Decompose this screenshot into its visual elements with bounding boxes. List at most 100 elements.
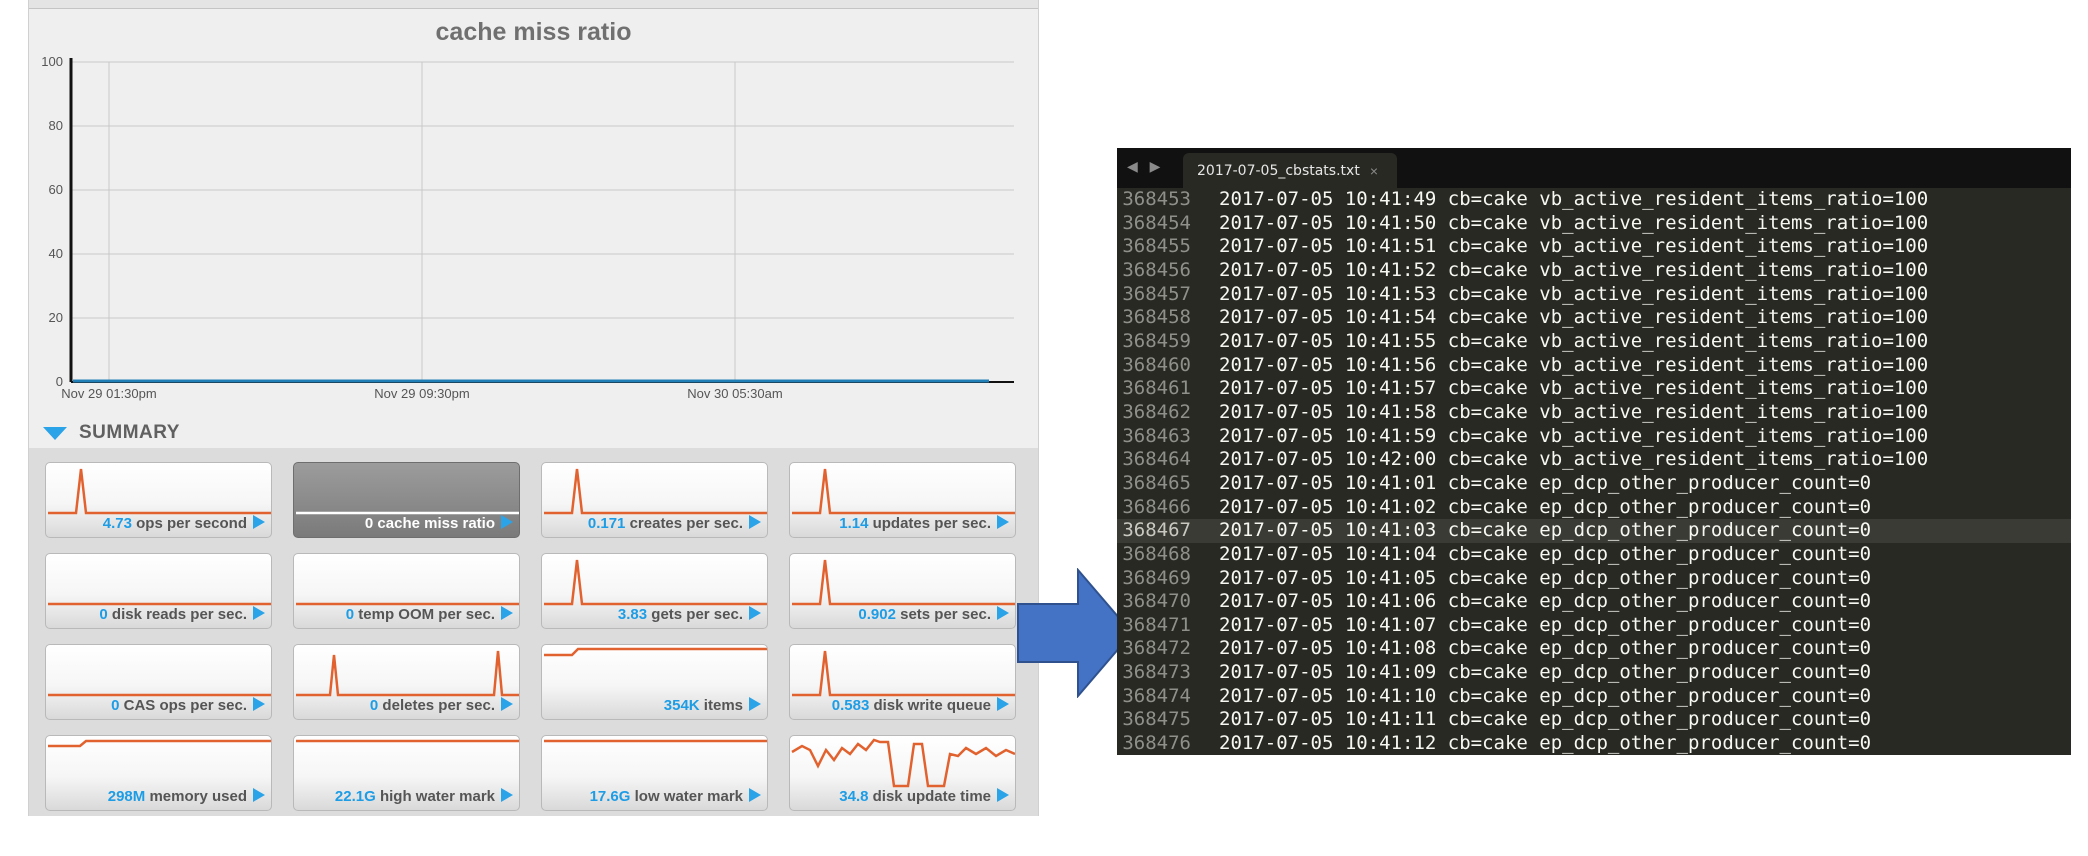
- code-line[interactable]: 368473 2017-07-05 10:41:09 cb=cake ep_dcp…: [1117, 661, 2071, 685]
- sparkline: [544, 559, 767, 606]
- code-line[interactable]: 368476 2017-07-05 10:41:12 cb=cake ep_dcp…: [1117, 732, 2071, 755]
- tab-file[interactable]: 2017-07-05_cbstats.txt ×: [1183, 153, 1397, 188]
- play-arrow-icon[interactable]: [997, 515, 1009, 529]
- line-text[interactable]: 2017-07-05 10:41:02 cb=cake ep_dcp_other…: [1219, 496, 1871, 520]
- summary-tile[interactable]: 4.73 ops per second: [45, 462, 272, 538]
- code-line[interactable]: 368463 2017-07-05 10:41:59 cb=cake vb_act…: [1117, 425, 2071, 449]
- tile-label: 1.14 updates per sec.: [790, 515, 991, 532]
- code-line[interactable]: 368466 2017-07-05 10:41:02 cb=cake ep_dcp…: [1117, 496, 2071, 520]
- line-number: 368461: [1122, 377, 1191, 400]
- play-arrow-icon[interactable]: [749, 788, 761, 802]
- summary-toggle[interactable]: SUMMARY: [43, 418, 180, 448]
- collapse-triangle-icon[interactable]: [43, 426, 67, 440]
- code-line[interactable]: 368471 2017-07-05 10:41:07 cb=cake ep_dcp…: [1117, 614, 2071, 638]
- line-text[interactable]: 2017-07-05 10:41:52 cb=cake vb_active_re…: [1219, 259, 1928, 283]
- code-area[interactable]: 368453 2017-07-05 10:41:49 cb=cake vb_act…: [1117, 188, 2071, 755]
- line-text[interactable]: 2017-07-05 10:41:06 cb=cake ep_dcp_other…: [1219, 590, 1871, 614]
- code-line[interactable]: 368475 2017-07-05 10:41:11 cb=cake ep_dcp…: [1117, 708, 2071, 732]
- summary-tile[interactable]: 0 deletes per sec.: [293, 644, 520, 720]
- tab-nav-arrows-icon[interactable]: ◀ ▶: [1127, 158, 1164, 175]
- line-text[interactable]: 2017-07-05 10:41:04 cb=cake ep_dcp_other…: [1219, 543, 1871, 567]
- code-line[interactable]: 368456 2017-07-05 10:41:52 cb=cake vb_act…: [1117, 259, 2071, 283]
- play-arrow-icon[interactable]: [253, 697, 265, 711]
- play-arrow-icon[interactable]: [749, 515, 761, 529]
- sparkline-path: [544, 647, 767, 657]
- summary-tile[interactable]: 354K items: [541, 644, 768, 720]
- line-text[interactable]: 2017-07-05 10:41:49 cb=cake vb_active_re…: [1219, 188, 1928, 212]
- summary-tile[interactable]: 0 temp OOM per sec.: [293, 553, 520, 629]
- line-text[interactable]: 2017-07-05 10:41:54 cb=cake vb_active_re…: [1219, 306, 1928, 330]
- tile-label: 0.902 sets per sec.: [790, 606, 991, 623]
- line-text[interactable]: 2017-07-05 10:41:59 cb=cake vb_active_re…: [1219, 425, 1928, 449]
- tile-label: 0 deletes per sec.: [294, 697, 495, 714]
- line-text[interactable]: 2017-07-05 10:41:07 cb=cake ep_dcp_other…: [1219, 614, 1871, 638]
- line-text[interactable]: 2017-07-05 10:41:11 cb=cake ep_dcp_other…: [1219, 708, 1871, 732]
- code-line[interactable]: 368458 2017-07-05 10:41:54 cb=cake vb_act…: [1117, 306, 2071, 330]
- code-line[interactable]: 368461 2017-07-05 10:41:57 cb=cake vb_act…: [1117, 377, 2071, 401]
- play-arrow-icon[interactable]: [749, 606, 761, 620]
- play-arrow-icon[interactable]: [997, 697, 1009, 711]
- summary-tiles: 4.73 ops per second 0 cache miss ratio 0.1…: [29, 448, 1038, 816]
- close-icon[interactable]: ×: [1370, 163, 1378, 179]
- play-arrow-icon[interactable]: [253, 515, 265, 529]
- line-text[interactable]: 2017-07-05 10:41:55 cb=cake vb_active_re…: [1219, 330, 1928, 354]
- dashboard-panel: cache miss ratio 100 80 60 40 20 0 Nov 29 01:3…: [28, 0, 1039, 816]
- code-line[interactable]: 368454 2017-07-05 10:41:50 cb=cake vb_act…: [1117, 212, 2071, 236]
- play-arrow-icon[interactable]: [253, 788, 265, 802]
- line-text[interactable]: 2017-07-05 10:41:01 cb=cake ep_dcp_other…: [1219, 472, 1871, 496]
- code-line[interactable]: 368470 2017-07-05 10:41:06 cb=cake ep_dcp…: [1117, 590, 2071, 614]
- code-line[interactable]: 368468 2017-07-05 10:41:04 cb=cake ep_dcp…: [1117, 543, 2071, 567]
- code-line[interactable]: 368460 2017-07-05 10:41:56 cb=cake vb_act…: [1117, 354, 2071, 378]
- line-text[interactable]: 2017-07-05 10:41:09 cb=cake ep_dcp_other…: [1219, 661, 1871, 685]
- line-text[interactable]: 2017-07-05 10:41:57 cb=cake vb_active_re…: [1219, 377, 1928, 401]
- summary-tile[interactable]: 3.83 gets per sec.: [541, 553, 768, 629]
- line-number: 368468: [1122, 542, 1191, 565]
- summary-tile[interactable]: 0.171 creates per sec.: [541, 462, 768, 538]
- summary-tile[interactable]: 0 disk reads per sec.: [45, 553, 272, 629]
- line-text[interactable]: 2017-07-05 10:41:08 cb=cake ep_dcp_other…: [1219, 637, 1871, 661]
- code-line[interactable]: 368464 2017-07-05 10:42:00 cb=cake vb_act…: [1117, 448, 2071, 472]
- line-number: 368475: [1122, 708, 1191, 731]
- summary-tile[interactable]: 1.14 updates per sec.: [789, 462, 1016, 538]
- play-arrow-icon[interactable]: [501, 697, 513, 711]
- code-line[interactable]: 368469 2017-07-05 10:41:05 cb=cake ep_dcp…: [1117, 567, 2071, 591]
- summary-tile[interactable]: 17.6G low water mark: [541, 735, 768, 811]
- summary-tile[interactable]: 0 cache miss ratio: [293, 462, 520, 538]
- code-line[interactable]: 368453 2017-07-05 10:41:49 cb=cake vb_act…: [1117, 188, 2071, 212]
- summary-tile[interactable]: 22.1G high water mark: [293, 735, 520, 811]
- line-text[interactable]: 2017-07-05 10:41:10 cb=cake ep_dcp_other…: [1219, 685, 1871, 709]
- tile-metric-name: disk reads per sec.: [107, 606, 247, 623]
- play-arrow-icon[interactable]: [501, 606, 513, 620]
- code-line[interactable]: 368472 2017-07-05 10:41:08 cb=cake ep_dcp…: [1117, 637, 2071, 661]
- code-line[interactable]: 368467 2017-07-05 10:41:03 cb=cake ep_dcp…: [1117, 519, 2071, 543]
- line-text[interactable]: 2017-07-05 10:41:58 cb=cake vb_active_re…: [1219, 401, 1928, 425]
- code-line[interactable]: 368462 2017-07-05 10:41:58 cb=cake vb_act…: [1117, 401, 2071, 425]
- play-arrow-icon[interactable]: [997, 788, 1009, 802]
- tile-value: 4.73: [102, 515, 132, 532]
- play-arrow-icon[interactable]: [749, 697, 761, 711]
- play-arrow-icon[interactable]: [997, 606, 1009, 620]
- code-line[interactable]: 368457 2017-07-05 10:41:53 cb=cake vb_act…: [1117, 283, 2071, 307]
- summary-tile[interactable]: 0.902 sets per sec.: [789, 553, 1016, 629]
- line-text[interactable]: 2017-07-05 10:41:05 cb=cake ep_dcp_other…: [1219, 567, 1871, 591]
- code-line[interactable]: 368455 2017-07-05 10:41:51 cb=cake vb_act…: [1117, 235, 2071, 259]
- summary-tile[interactable]: 34.8 disk update time: [789, 735, 1016, 811]
- code-line[interactable]: 368459 2017-07-05 10:41:55 cb=cake vb_act…: [1117, 330, 2071, 354]
- line-text[interactable]: 2017-07-05 10:42:00 cb=cake vb_active_re…: [1219, 448, 1928, 472]
- line-text[interactable]: 2017-07-05 10:41:12 cb=cake ep_dcp_other…: [1219, 732, 1871, 755]
- code-line[interactable]: 368465 2017-07-05 10:41:01 cb=cake ep_dcp…: [1117, 472, 2071, 496]
- play-arrow-icon[interactable]: [501, 788, 513, 802]
- play-arrow-icon[interactable]: [253, 606, 265, 620]
- code-line[interactable]: 368474 2017-07-05 10:41:10 cb=cake ep_dcp…: [1117, 685, 2071, 709]
- line-text[interactable]: 2017-07-05 10:41:50 cb=cake vb_active_re…: [1219, 212, 1928, 236]
- summary-tile[interactable]: 0.583 disk write queue: [789, 644, 1016, 720]
- summary-tile[interactable]: 0 CAS ops per sec.: [45, 644, 272, 720]
- play-arrow-icon[interactable]: [501, 515, 513, 529]
- line-text[interactable]: 2017-07-05 10:41:56 cb=cake vb_active_re…: [1219, 354, 1928, 378]
- line-number: 368472: [1122, 637, 1191, 660]
- line-text[interactable]: 2017-07-05 10:41:51 cb=cake vb_active_re…: [1219, 235, 1928, 259]
- summary-tile[interactable]: 298M memory used: [45, 735, 272, 811]
- line-text[interactable]: 2017-07-05 10:41:03 cb=cake ep_dcp_other…: [1219, 519, 1871, 543]
- line-text[interactable]: 2017-07-05 10:41:53 cb=cake vb_active_re…: [1219, 283, 1928, 307]
- y-tick-label: 40: [49, 246, 63, 261]
